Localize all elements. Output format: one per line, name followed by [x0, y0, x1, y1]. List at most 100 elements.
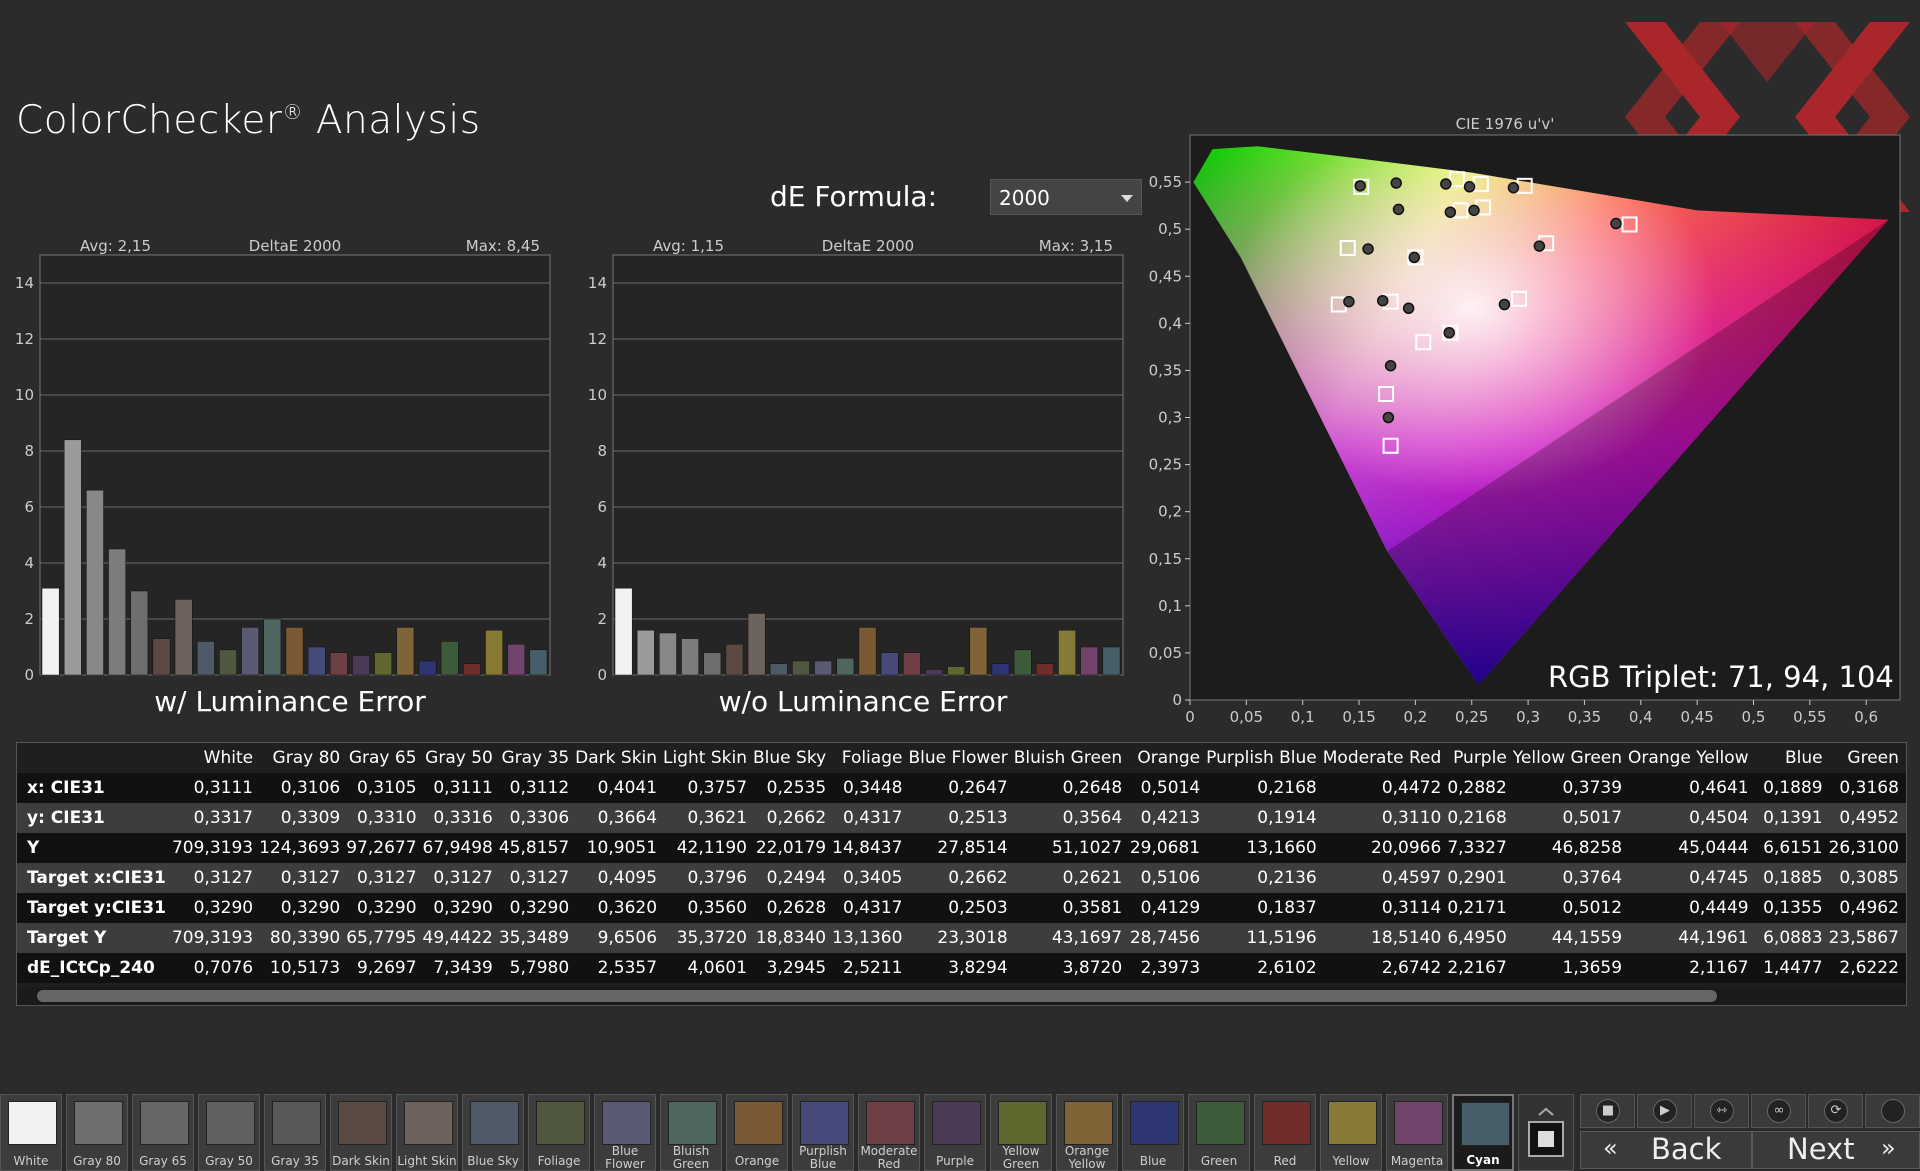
- table-row[interactable]: Target x:CIE31 0,3127 0,3127 0,3127 0,3127 0,…: [17, 863, 1906, 893]
- measured-marker: [1408, 251, 1421, 264]
- swatch-magenta[interactable]: Magenta: [1386, 1094, 1448, 1171]
- table-cell: 27,8514: [905, 833, 1011, 863]
- next-button[interactable]: Next »: [1752, 1131, 1920, 1169]
- swatch-yellow[interactable]: Yellow: [1320, 1094, 1382, 1171]
- column-header[interactable]: Light Skin: [660, 743, 750, 773]
- swatch-blue[interactable]: Blue: [1122, 1094, 1184, 1171]
- extra-button[interactable]: [1865, 1094, 1920, 1128]
- table-cell: 0,3227: [1901, 803, 1906, 833]
- column-header[interactable]: Foliage: [829, 743, 905, 773]
- swatch-chip: [470, 1101, 519, 1145]
- x-tick-label: 0,25: [1455, 708, 1488, 726]
- column-header[interactable]: Blue Sky: [750, 743, 829, 773]
- table-cell: 0,4317: [829, 893, 906, 923]
- bar-gray-65: [659, 632, 677, 676]
- table-cell: 0,2513: [905, 803, 1011, 833]
- scrollbar-thumb[interactable]: [37, 990, 1717, 1002]
- table-cell: 0,2171: [1444, 893, 1510, 923]
- table-cell: 0,3316: [419, 803, 496, 833]
- table-cell: 6,6151: [1751, 833, 1826, 863]
- table-cell: 3,2945: [750, 953, 830, 983]
- column-header[interactable]: Gray 65: [343, 743, 419, 773]
- table-cell: 2,5211: [829, 953, 906, 983]
- column-header[interactable]: White: [169, 743, 256, 773]
- formula-value: 2000: [999, 186, 1050, 210]
- column-header[interactable]: Blue Flower: [905, 743, 1010, 773]
- swatch-label: Purple: [936, 1154, 974, 1168]
- swatch-cyan[interactable]: Cyan: [1452, 1094, 1514, 1171]
- y-tick-label: 4: [597, 554, 607, 572]
- table-row[interactable]: Target Y 709,3193 80,3390 65,7795 49,4422 35,…: [17, 923, 1906, 953]
- horizontal-scrollbar[interactable]: [17, 987, 1906, 1005]
- column-header[interactable]: Blue: [1752, 743, 1826, 773]
- swatch-light-skin[interactable]: Light Skin: [396, 1094, 458, 1171]
- fit-button[interactable]: ⇿: [1694, 1094, 1749, 1128]
- table-cell: 20,0966: [1319, 833, 1445, 863]
- column-header[interactable]: Purple: [1444, 743, 1509, 773]
- swatch-yellow-green[interactable]: Yellow Green: [990, 1094, 1052, 1171]
- table-row[interactable]: x: CIE31 0,3111 0,3106 0,3105 0,3111 0,3112 0,…: [17, 773, 1906, 803]
- chart-without-luminance: 0 2 4 6 8 10 12 14 Avg: 1,15 DeltaE 2000 Max: 3,15: [588, 237, 1124, 680]
- bar-red: [1036, 663, 1054, 676]
- table-row[interactable]: Target y:CIE31 0,3290 0,3290 0,3290 0,3290 0,…: [17, 893, 1906, 923]
- swatch-purplish-blue[interactable]: Purplish Blue: [792, 1094, 854, 1171]
- column-header[interactable]: Dark Skin: [572, 743, 660, 773]
- swatch-label: Gray 35: [271, 1154, 319, 1168]
- row-header: y: CIE31: [17, 803, 169, 833]
- column-header[interactable]: Purplish Blue: [1203, 743, 1320, 773]
- table-row[interactable]: dE_ICtCp_240 0,7076 10,5173 9,2697 7,3439 5,7…: [17, 953, 1906, 983]
- table-cell: 0,7076: [168, 953, 257, 983]
- column-header[interactable]: Bluish Green: [1011, 743, 1125, 773]
- column-header[interactable]: Orange Yellow: [1625, 743, 1752, 773]
- table-cell: 26,3100: [1825, 833, 1902, 863]
- x-tick-label: 0,1: [1291, 708, 1315, 726]
- swatch-moderate-red[interactable]: Moderate Red: [858, 1094, 920, 1171]
- swatch-label: Purplish Blue: [799, 1144, 847, 1171]
- swatch-blue-flower[interactable]: Blue Flower: [594, 1094, 656, 1171]
- swatch-bluish-green[interactable]: Bluish Green: [660, 1094, 722, 1171]
- refresh-icon: ⟳: [1824, 1099, 1848, 1123]
- back-button[interactable]: « Back: [1580, 1131, 1752, 1169]
- column-header[interactable]: Gray 35: [496, 743, 572, 773]
- swatch-chip: [602, 1101, 651, 1145]
- pattern-control[interactable]: [1518, 1094, 1574, 1171]
- column-header[interactable]: Moderate Red: [1320, 743, 1445, 773]
- swatch-gray-65[interactable]: Gray 65: [132, 1094, 194, 1171]
- table-cell: 0,3127: [419, 863, 496, 893]
- refresh-button[interactable]: ⟳: [1808, 1094, 1863, 1128]
- formula-dropdown[interactable]: 2000: [990, 179, 1142, 215]
- swatch-gray-80[interactable]: Gray 80: [66, 1094, 128, 1171]
- table-cell: 0,4472: [1319, 773, 1445, 803]
- column-header[interactable]: Red: [1902, 743, 1906, 773]
- play-button[interactable]: ▶: [1637, 1094, 1692, 1128]
- column-header[interactable]: Gray 80: [256, 743, 343, 773]
- y-tick-label: 0,25: [1149, 456, 1182, 474]
- loop-button[interactable]: ∞: [1751, 1094, 1806, 1128]
- chart-title-without-luminance: w/o Luminance Error: [718, 685, 1008, 718]
- table-cell: 0,1391: [1751, 803, 1826, 833]
- swatch-gray-35[interactable]: Gray 35: [264, 1094, 326, 1171]
- swatch-green[interactable]: Green: [1188, 1094, 1250, 1171]
- swatch-white[interactable]: White: [0, 1094, 62, 1171]
- table-row[interactable]: y: CIE31 0,3317 0,3309 0,3310 0,3316 0,3306 0,…: [17, 803, 1906, 833]
- swatch-foliage[interactable]: Foliage: [528, 1094, 590, 1171]
- measured-marker: [1498, 298, 1511, 311]
- swatch-orange[interactable]: Orange: [726, 1094, 788, 1171]
- column-header[interactable]: Green: [1826, 743, 1902, 773]
- column-header[interactable]: Yellow Green: [1510, 743, 1625, 773]
- swatch-dark-skin[interactable]: Dark Skin: [330, 1094, 392, 1171]
- swatch-label: Red: [1273, 1154, 1297, 1168]
- swatch-purple[interactable]: Purple: [924, 1094, 986, 1171]
- swatch-orange-yellow[interactable]: Orange Yellow: [1056, 1094, 1118, 1171]
- table-cell: 1,4477: [1751, 953, 1826, 983]
- swatch-blue-sky[interactable]: Blue Sky: [462, 1094, 524, 1171]
- column-header[interactable]: Orange: [1125, 743, 1203, 773]
- swatch-gray-50[interactable]: Gray 50: [198, 1094, 260, 1171]
- rgb-triplet: RGB Triplet: 71, 94, 104: [1548, 660, 1894, 694]
- data-table[interactable]: White Gray 80 Gray 65 Gray 50 Gray 35 Dark Sk…: [16, 742, 1907, 1006]
- swatch-red[interactable]: Red: [1254, 1094, 1316, 1171]
- column-header[interactable]: Gray 50: [420, 743, 496, 773]
- table-row[interactable]: Y 709,3193 124,3693 97,2677 67,9498 45,8157 10…: [17, 833, 1906, 863]
- table-cell: 0,4129: [1125, 893, 1204, 923]
- stop-button[interactable]: ■: [1580, 1094, 1635, 1128]
